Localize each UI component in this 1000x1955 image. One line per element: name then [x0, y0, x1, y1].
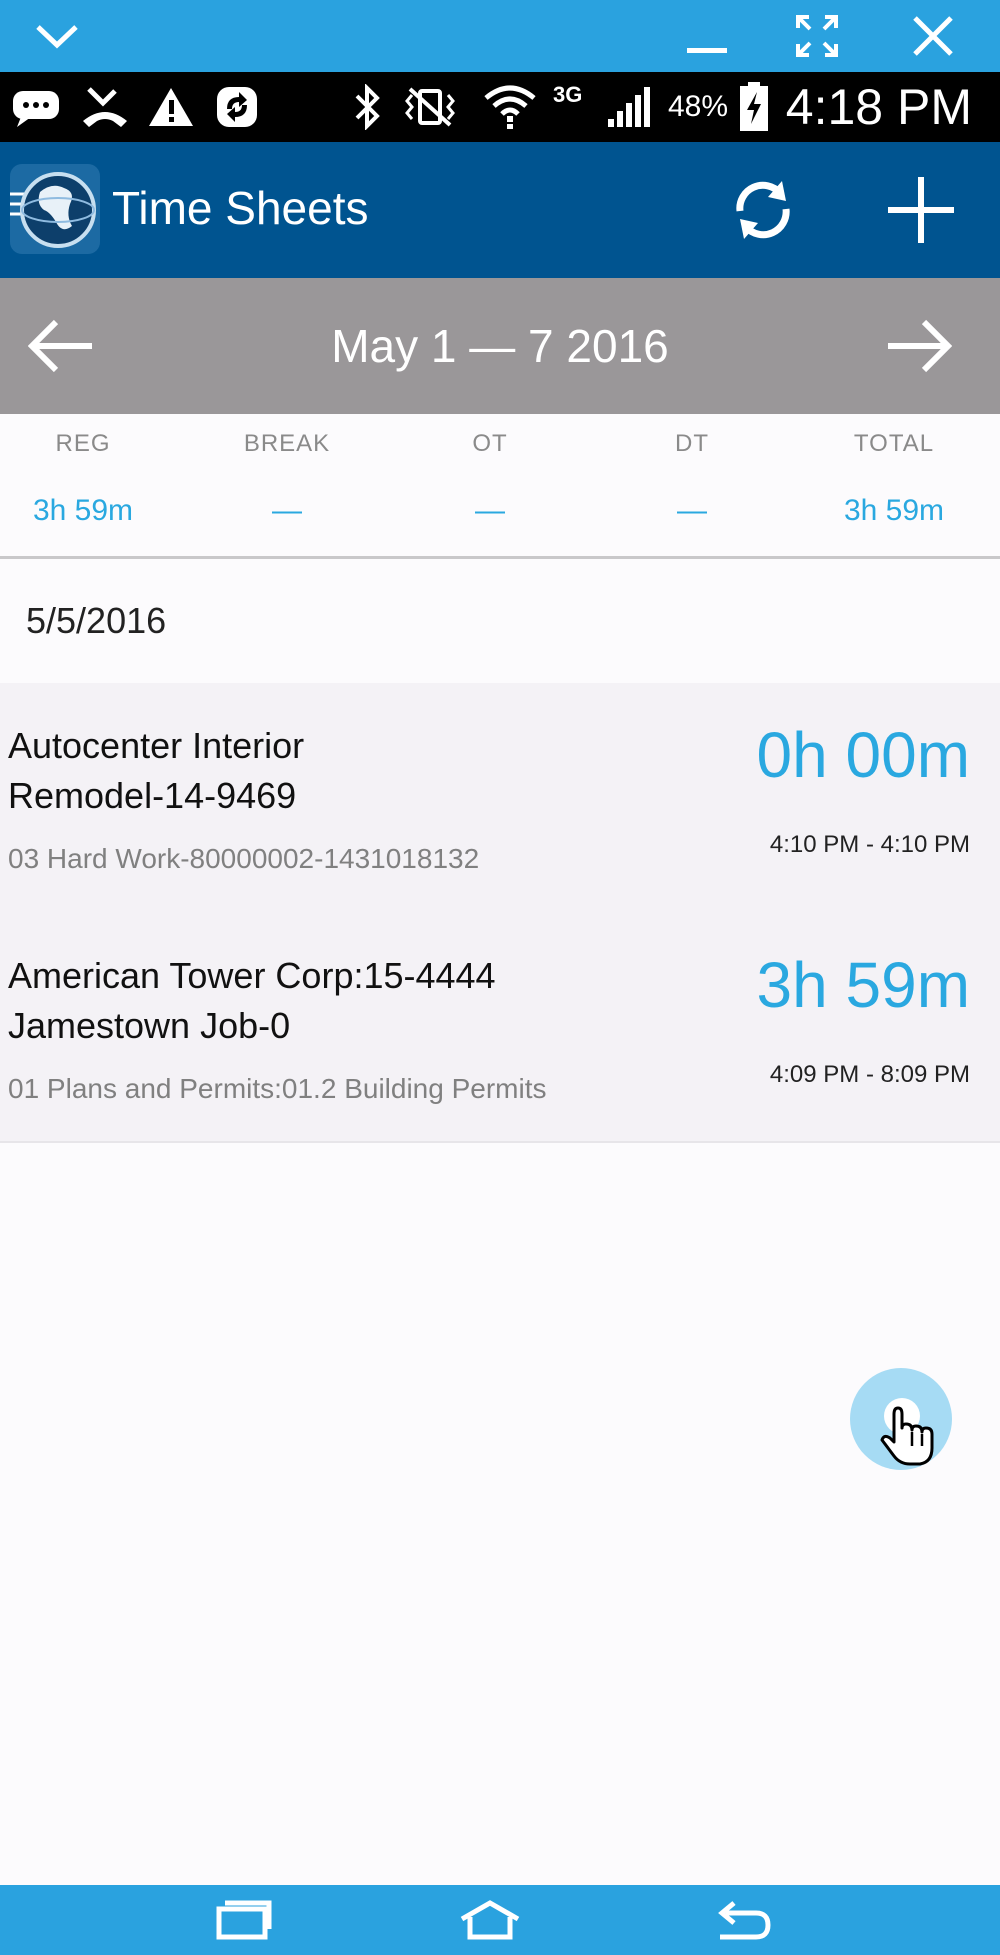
- total-value: —: [677, 494, 707, 527]
- total-ot: OT —: [390, 414, 590, 556]
- warning-icon: [146, 82, 196, 132]
- total-value: 3h 59m: [32, 494, 134, 527]
- entry-cost-code: 03 Hard Work-80000002-1431018132: [8, 843, 480, 874]
- back-icon[interactable]: [672, 1885, 812, 1955]
- total-label: DT: [675, 430, 709, 457]
- entry-time-range: 4:10 PM - 4:10 PM: [769, 831, 970, 858]
- hand-cursor-icon: [880, 1398, 934, 1466]
- entry-title-line: Autocenter Interior: [8, 725, 305, 766]
- minimize-icon[interactable]: [662, 0, 752, 72]
- add-timesheet-button[interactable]: [876, 168, 966, 252]
- date-section-header: 5/5/2016: [26, 600, 167, 641]
- sync-app-icon: [212, 82, 262, 132]
- chevron-down-icon[interactable]: [12, 0, 102, 72]
- emulator-window-bar: [0, 0, 1000, 72]
- home-icon[interactable]: [420, 1885, 560, 1955]
- app-logo-globe-icon[interactable]: [10, 164, 100, 254]
- total-label: BREAK: [243, 430, 331, 457]
- entry-title-line: Jamestown Job-0: [8, 1005, 291, 1046]
- date-range-label: May 1 — 7 2016: [331, 320, 669, 372]
- total-value: —: [475, 494, 505, 527]
- touch-indicator: [850, 1368, 952, 1470]
- recent-apps-icon[interactable]: [174, 1885, 314, 1955]
- total-break: BREAK —: [187, 414, 387, 556]
- entry-duration: 0h 00m: [756, 719, 970, 791]
- entry-title-line: Remodel-14-9469: [8, 775, 297, 816]
- page-title: Time Sheets: [112, 182, 369, 234]
- wifi-icon: [480, 82, 540, 132]
- message-icon: [10, 82, 62, 132]
- vibrate-icon: [400, 82, 460, 132]
- bluetooth-icon: [348, 82, 388, 132]
- navigation-bar: [0, 1885, 1000, 1955]
- entry-cost-code: 01 Plans and Permits:01.2 Building Permi…: [8, 1073, 547, 1104]
- clock: 4:18 PM: [785, 79, 972, 135]
- total-value: —: [272, 494, 302, 527]
- next-week-button[interactable]: [874, 306, 964, 386]
- entry-time-range: 4:09 PM - 8:09 PM: [769, 1061, 970, 1088]
- total-dt: DT —: [592, 414, 792, 556]
- entry-duration: 3h 59m: [756, 949, 970, 1021]
- network-type: 3G: [553, 82, 583, 107]
- total-value: 3h 59m: [843, 494, 945, 527]
- signal-icon: [604, 82, 654, 132]
- total-label: OT: [472, 430, 508, 457]
- close-icon[interactable]: [888, 0, 978, 72]
- time-entry-row[interactable]: Autocenter Interior Remodel-14-9469 03 H…: [0, 683, 1000, 915]
- missed-call-icon: [80, 82, 130, 132]
- totals-summary: REG 3h 59m BREAK — OT — DT — TOTAL 3h 59…: [0, 414, 1000, 559]
- total-reg: REG 3h 59m: [0, 414, 183, 556]
- total-total: TOTAL 3h 59m: [794, 414, 994, 556]
- entry-job-title: American Tower Corp:15-4444 Jamestown Jo…: [8, 951, 608, 1051]
- app-bar: Time Sheets: [0, 142, 1000, 278]
- date-range-bar: May 1 — 7 2016: [0, 278, 1000, 414]
- entry-job-title: Autocenter Interior Remodel-14-9469: [8, 721, 608, 821]
- fullscreen-icon[interactable]: [772, 0, 862, 72]
- battery-charging-icon: [736, 82, 772, 132]
- plus-icon: [886, 175, 956, 245]
- entry-title-line: American Tower Corp:15-4444: [8, 955, 496, 996]
- battery-percent: 48%: [668, 90, 729, 123]
- refresh-icon[interactable]: [718, 168, 808, 252]
- arrow-right-icon: [886, 318, 952, 374]
- total-label: REG: [55, 430, 111, 457]
- total-label: TOTAL: [853, 430, 935, 457]
- status-bar: 3G 48% 4:18 PM: [0, 72, 1000, 142]
- time-entry-row[interactable]: American Tower Corp:15-4444 Jamestown Jo…: [0, 913, 1000, 1143]
